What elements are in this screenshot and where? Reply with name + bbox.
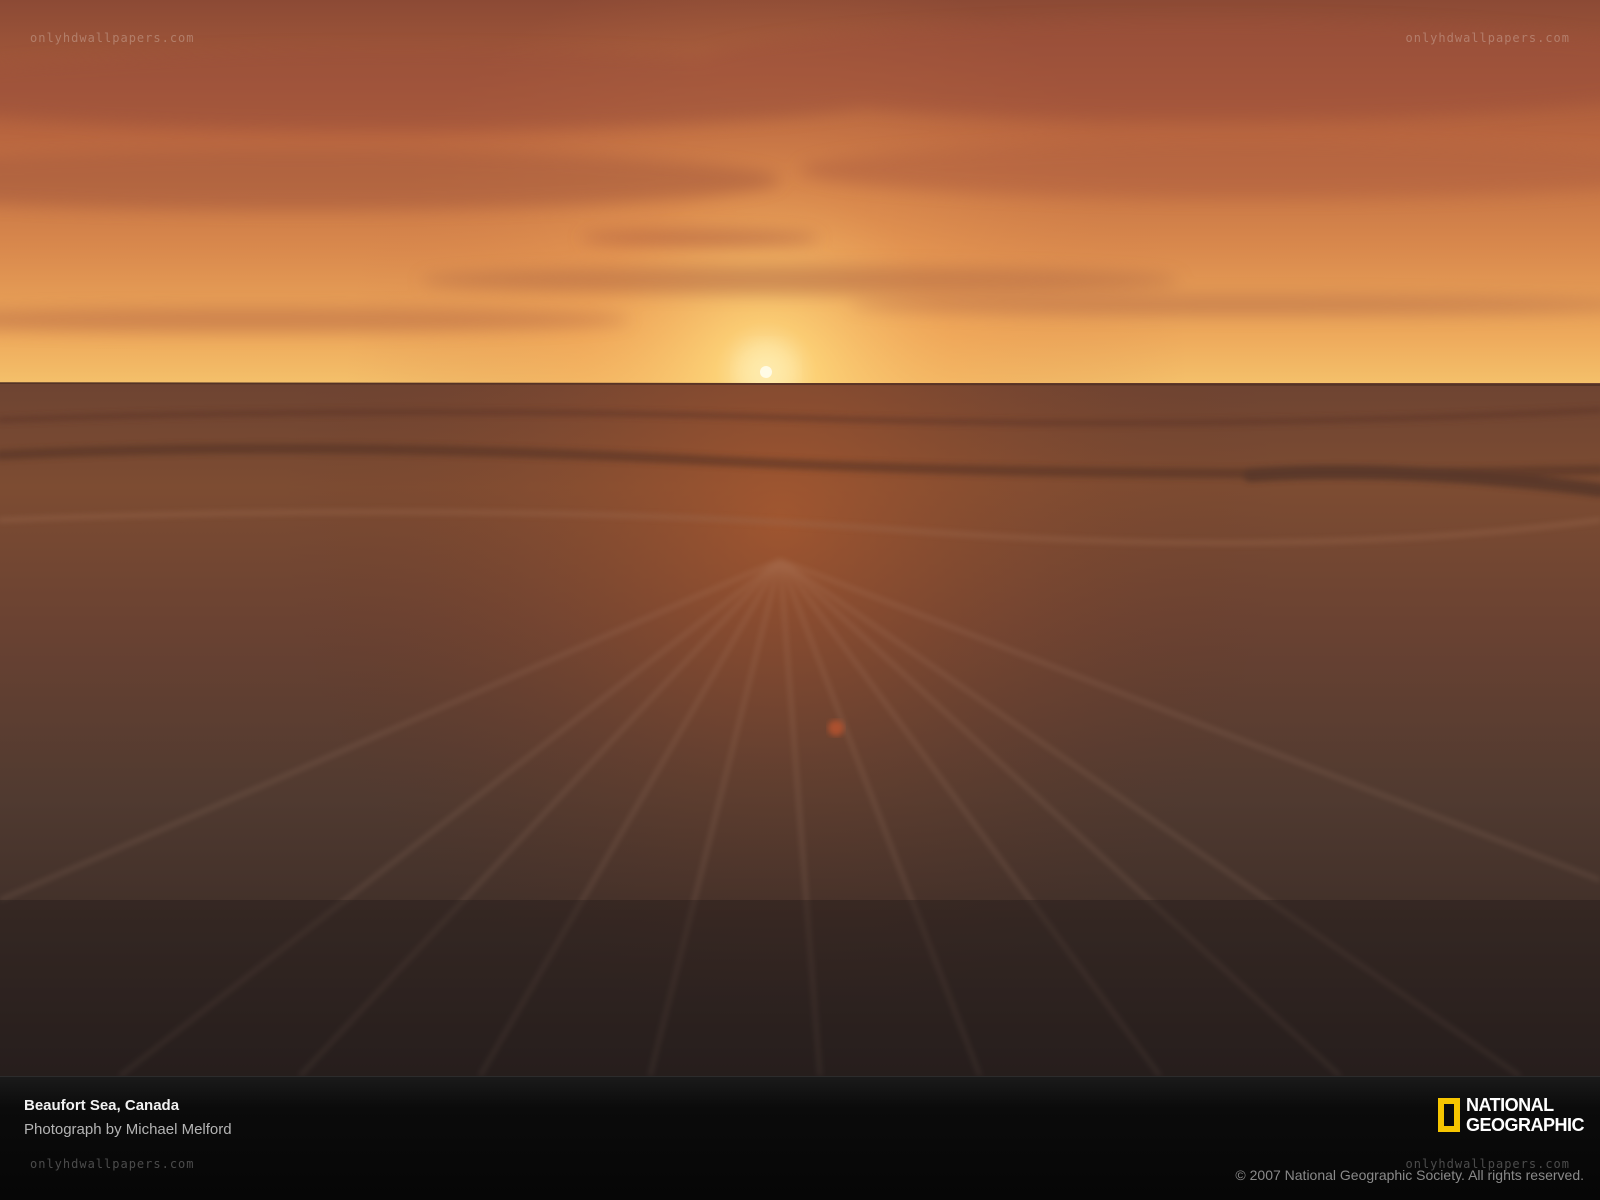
watermark-top-left: onlyhdwallpapers.com	[30, 31, 195, 45]
watermark-bottom-left: onlyhdwallpapers.com	[30, 1157, 195, 1171]
watermark-bottom-right: onlyhdwallpapers.com	[1405, 1157, 1570, 1171]
sunset-photo	[0, 0, 1600, 1076]
watermark-top-right: onlyhdwallpapers.com	[1405, 31, 1570, 45]
photo-credit: Photograph by Michael Melford	[24, 1121, 232, 1138]
wallpaper-frame: onlyhdwallpapers.com onlyhdwallpapers.co…	[0, 0, 1600, 1200]
sunset-seascape-image	[0, 0, 1600, 1076]
yellow-border-icon	[1437, 1098, 1460, 1132]
logo-line-1: NATIONAL	[1465, 1095, 1554, 1115]
location-title: Beaufort Sea, Canada	[24, 1097, 180, 1114]
caption-bar: Beaufort Sea, Canada Photograph by Micha…	[0, 1076, 1600, 1200]
national-geographic-logo: NATIONAL GEOGRAPHIC	[1437, 1095, 1585, 1135]
logo-line-2: GEOGRAPHIC	[1465, 1115, 1585, 1135]
